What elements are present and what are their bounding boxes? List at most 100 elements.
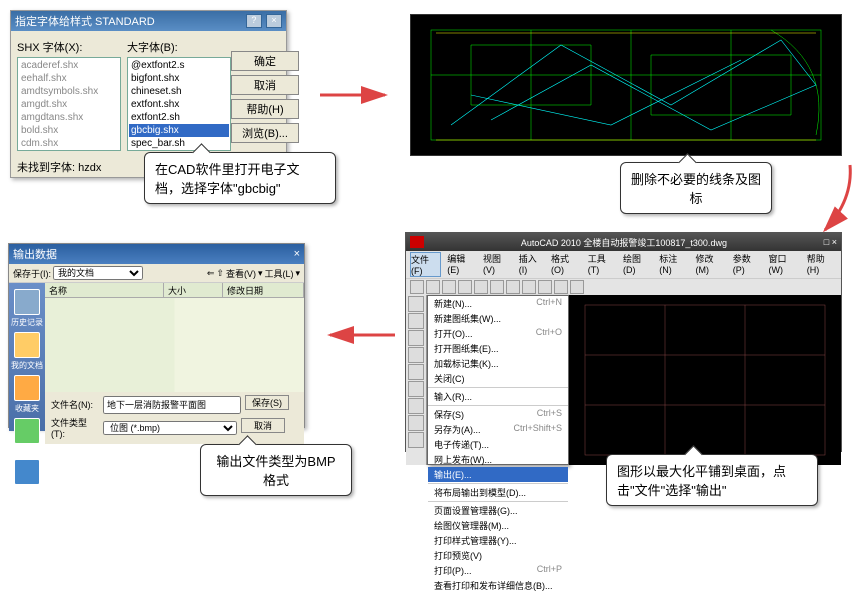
menu-insert[interactable]: 插入(I) — [519, 252, 545, 277]
menu-item[interactable]: 新建图纸集(W)... — [428, 311, 568, 326]
list-item[interactable]: amgdtans.shx — [19, 111, 119, 124]
menu-item[interactable]: 打印(P)...Ctrl+P — [428, 563, 568, 578]
tool-icon[interactable] — [506, 280, 520, 294]
menu-item[interactable]: 将布局输出到模型(D)... — [428, 485, 568, 500]
tools-label[interactable]: 工具(L) — [264, 267, 293, 280]
acad-title: AutoCAD 2010 全楼自动报警竣工100817_t300.dwg — [424, 236, 824, 249]
folder-select[interactable]: 我的文档 — [53, 266, 143, 280]
menu-item[interactable]: 关闭(C) — [428, 371, 568, 386]
tool-icon[interactable] — [458, 280, 472, 294]
close-icon[interactable]: × — [266, 14, 282, 28]
list-item[interactable]: amgdt.shx — [19, 98, 119, 111]
tool-icon[interactable] — [408, 330, 424, 346]
tool-icon[interactable] — [410, 280, 424, 294]
menu-file[interactable]: 文件(F) — [410, 252, 441, 277]
menu-item[interactable]: 查看打印和发布详细信息(B)... — [428, 578, 568, 593]
tool-icon[interactable] — [490, 280, 504, 294]
menu-param[interactable]: 参数(P) — [733, 252, 763, 277]
appmenu-icon[interactable] — [410, 236, 424, 248]
tool-icon[interactable] — [408, 364, 424, 380]
help-icon[interactable]: ? — [246, 14, 262, 28]
callout-text: 在CAD软件里打开电子文档，选择字体"gbcbig" — [155, 162, 299, 196]
filename-field[interactable] — [103, 396, 241, 414]
tool-icon[interactable] — [442, 280, 456, 294]
list-item[interactable]: chineset.sh — [129, 85, 229, 98]
list-item-selected[interactable]: gbcbig.shx — [129, 124, 229, 137]
menu-window[interactable]: 窗口(W) — [769, 252, 801, 277]
list-item[interactable]: extfont2.sh — [129, 111, 229, 124]
ok-button[interactable]: 确定 — [231, 51, 299, 71]
tool-icon[interactable] — [522, 280, 536, 294]
list-item[interactable]: @extfont2.s — [129, 59, 229, 72]
views-label[interactable]: 查看(V) — [226, 267, 256, 280]
favorites-icon[interactable] — [14, 375, 40, 401]
menu-item[interactable]: 打印预览(V) — [428, 548, 568, 563]
save-button[interactable]: 保存(S) — [245, 395, 289, 410]
menu-modify[interactable]: 修改(M) — [696, 252, 727, 277]
place-label: 我的文档 — [9, 360, 45, 371]
col-name[interactable]: 名称 — [45, 283, 164, 297]
documents-icon[interactable] — [14, 332, 40, 358]
shx-font-list[interactable]: acaderef.shx eehalf.shx amdtsymbols.shx … — [17, 57, 121, 151]
menu-item[interactable]: 页面设置管理器(G)... — [428, 503, 568, 518]
cancel-button[interactable]: 取消 — [241, 418, 285, 433]
tool-icon[interactable] — [408, 296, 424, 312]
menu-item[interactable]: 输出(E)... — [428, 467, 568, 482]
list-item[interactable]: eehalf.shx — [19, 72, 119, 85]
list-item[interactable]: bold.shx — [19, 124, 119, 137]
menu-help[interactable]: 帮助(H) — [807, 252, 837, 277]
tool-icon[interactable] — [408, 381, 424, 397]
list-item[interactable]: spec_bar.sh — [129, 137, 229, 150]
menu-edit[interactable]: 编辑(E) — [447, 252, 477, 277]
list-item[interactable]: cdm.shx — [19, 137, 119, 150]
menu-item[interactable]: 电子传递(T)... — [428, 437, 568, 452]
tool-icon[interactable] — [570, 280, 584, 294]
callout-step2: 删除不必要的线条及图标 — [620, 162, 772, 214]
drawing-canvas[interactable] — [569, 295, 841, 465]
places-bar: 历史记录 我的文档 收藏夹 FTP 桌面 — [9, 283, 45, 431]
desktop-icon[interactable] — [14, 459, 40, 485]
menu-view[interactable]: 视图(V) — [483, 252, 513, 277]
file-list[interactable] — [45, 298, 304, 392]
menu-format[interactable]: 格式(O) — [551, 252, 582, 277]
back-icon[interactable]: ⇐ — [207, 268, 215, 279]
tool-icon[interactable] — [408, 398, 424, 414]
help-button[interactable]: 帮助(H) — [231, 99, 299, 119]
cancel-button[interactable]: 取消 — [231, 75, 299, 95]
list-item[interactable]: amdtsymbols.shx — [19, 85, 119, 98]
tool-icon[interactable] — [408, 415, 424, 431]
menu-item[interactable]: 另存为(A)...Ctrl+Shift+S — [428, 422, 568, 437]
menu-draw[interactable]: 绘图(D) — [623, 252, 653, 277]
menu-item[interactable]: 保存(S)Ctrl+S — [428, 407, 568, 422]
tool-icon[interactable] — [408, 432, 424, 448]
menu-dim[interactable]: 标注(N) — [659, 252, 689, 277]
menu-item[interactable]: 绘图仪管理器(M)... — [428, 518, 568, 533]
col-size[interactable]: 大小 — [164, 283, 223, 297]
menu-item[interactable]: 打开(O)...Ctrl+O — [428, 326, 568, 341]
list-item[interactable]: acaderef.shx — [19, 59, 119, 72]
up-icon[interactable]: ⇧ — [216, 268, 224, 279]
bigfont-list[interactable]: @extfont2.s bigfont.shx chineset.sh extf… — [127, 57, 231, 151]
menu-item[interactable]: 输入(R)... — [428, 389, 568, 404]
list-item[interactable]: bigfont.shx — [129, 72, 229, 85]
menu-item[interactable]: 打开图纸集(E)... — [428, 341, 568, 356]
menu-item[interactable]: 加载标记集(K)... — [428, 356, 568, 371]
menu-tools[interactable]: 工具(T) — [588, 252, 617, 277]
history-icon[interactable] — [14, 289, 40, 315]
col-date[interactable]: 修改日期 — [223, 283, 304, 297]
close-icon[interactable]: × — [294, 248, 300, 260]
tool-icon[interactable] — [474, 280, 488, 294]
filetype-select[interactable]: 位图 (*.bmp) — [103, 421, 237, 435]
tool-icon[interactable] — [426, 280, 440, 294]
menu-item[interactable]: 网上发布(W)... — [428, 452, 568, 467]
tool-icon[interactable] — [538, 280, 552, 294]
menu-item[interactable]: 新建(N)...Ctrl+N — [428, 296, 568, 311]
ftp-icon[interactable] — [14, 418, 40, 444]
dialog-title: 输出数据 — [13, 246, 57, 262]
menu-item[interactable]: 打印样式管理器(Y)... — [428, 533, 568, 548]
browse-button[interactable]: 浏览(B)... — [231, 123, 299, 143]
tool-icon[interactable] — [408, 313, 424, 329]
list-item[interactable]: extfont.shx — [129, 98, 229, 111]
tool-icon[interactable] — [554, 280, 568, 294]
tool-icon[interactable] — [408, 347, 424, 363]
